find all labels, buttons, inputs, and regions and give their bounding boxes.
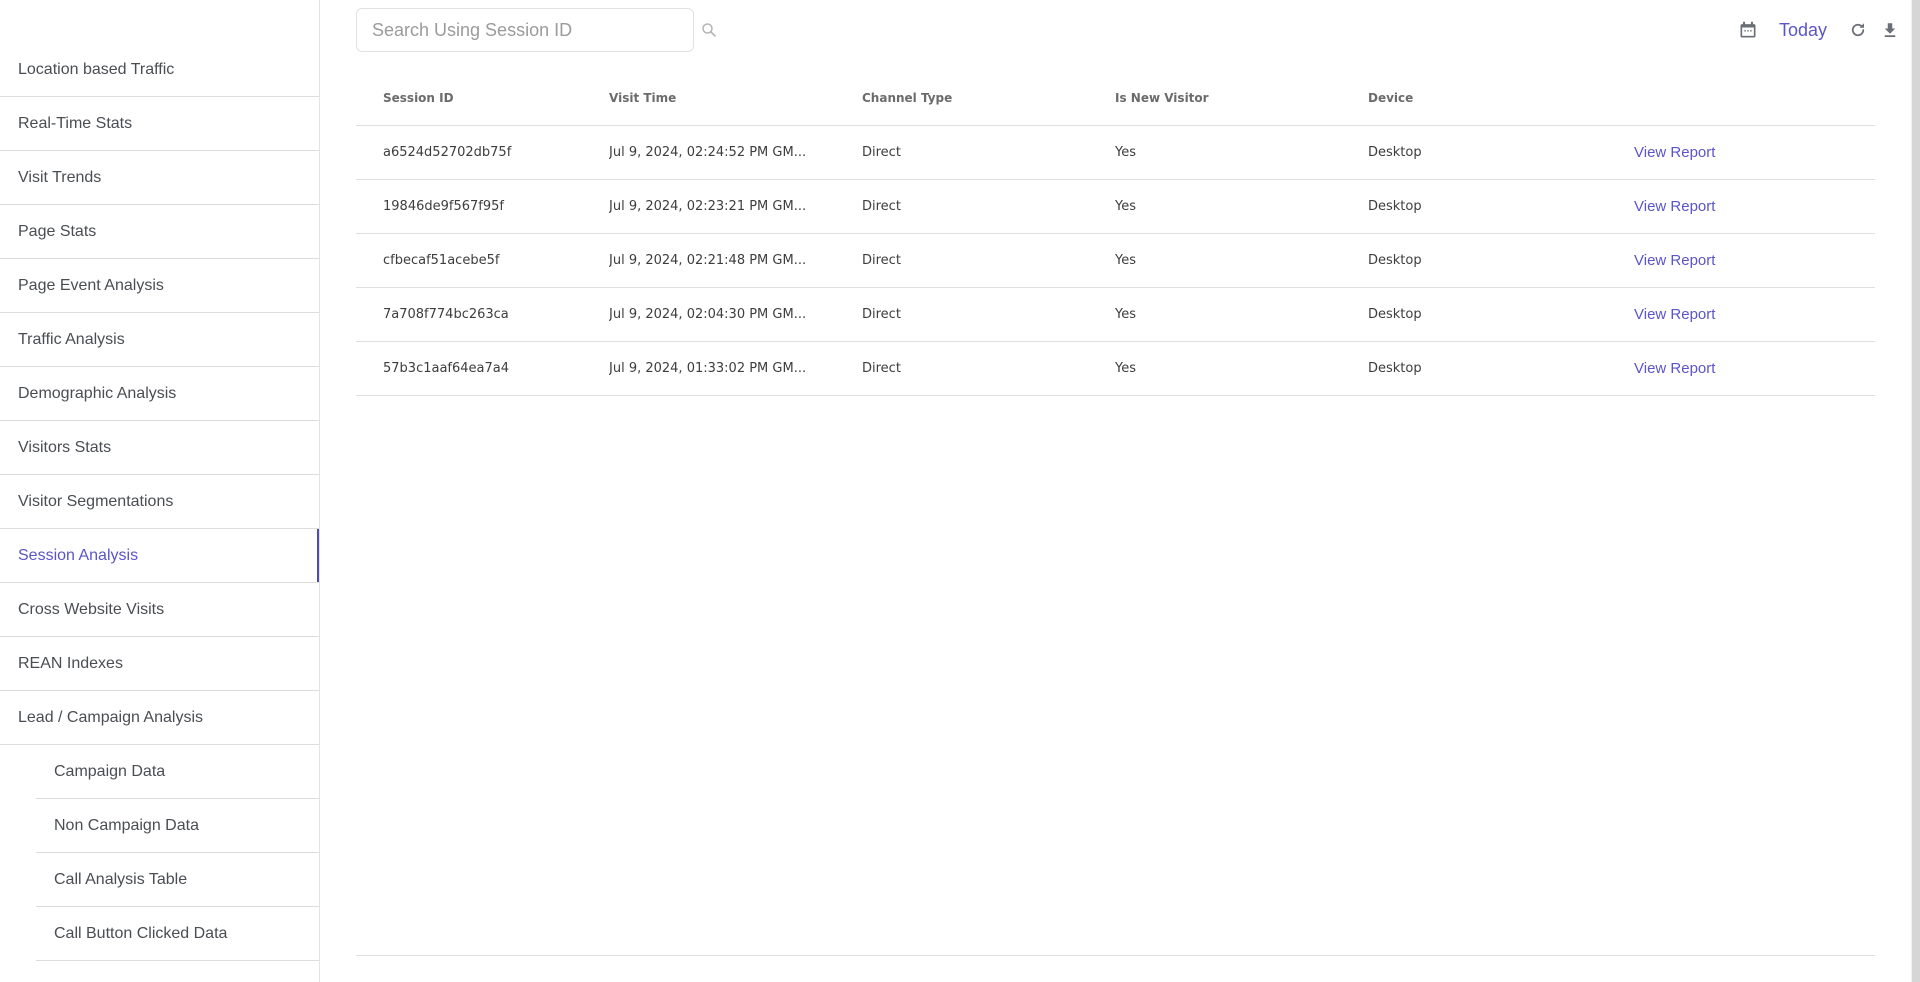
device-cell: Desktop — [1368, 145, 1422, 160]
calendar-icon[interactable] — [1737, 19, 1759, 41]
actions-cell: View Report — [1634, 306, 1875, 323]
sidebar-item-label: Non Campaign Data — [54, 817, 199, 834]
column-header-visit-time[interactable]: Visit Time — [609, 91, 862, 105]
device-cell: Desktop — [1368, 307, 1422, 322]
channel-type-cell: Direct — [862, 253, 901, 268]
visit-time-cell: Jul 9, 2024, 02:04:30 PM GM... — [609, 307, 807, 322]
sidebar-item-label: Traffic Analysis — [18, 331, 125, 348]
sidebar-item-demographic-analysis[interactable]: Demographic Analysis — [0, 367, 319, 421]
session-id-cell: 57b3c1aaf64ea7a4 — [383, 361, 510, 376]
session-id-cell: 19846de9f567f95f — [383, 199, 504, 214]
sessions-table: Session ID Visit Time Channel Type Is Ne… — [356, 70, 1875, 396]
session-id-cell: cfbecaf51acebe5f — [383, 253, 500, 268]
view-report-link[interactable]: View Report — [1634, 144, 1715, 161]
session-search-input[interactable] — [357, 9, 693, 51]
view-report-link[interactable]: View Report — [1634, 252, 1715, 269]
sidebar-item-campaign-data[interactable]: Campaign Data — [0, 745, 319, 799]
visit-time-cell: Jul 9, 2024, 02:21:48 PM GM... — [609, 253, 807, 268]
table-row: 7a708f774bc263ca Jul 9, 2024, 02:04:30 PM… — [356, 288, 1875, 342]
view-report-link[interactable]: View Report — [1634, 198, 1715, 215]
sidebar-item-non-campaign-data[interactable]: Non Campaign Data — [0, 799, 319, 853]
session-id-cell: 7a708f774bc263ca — [383, 307, 509, 322]
device-cell: Desktop — [1368, 361, 1422, 376]
is-new-visitor-cell: Yes — [1115, 145, 1136, 160]
sidebar-item-label: Visitors Stats — [18, 439, 112, 456]
column-header-device[interactable]: Device — [1368, 91, 1634, 105]
actions-cell: View Report — [1634, 198, 1875, 215]
channel-type-cell: Direct — [862, 199, 901, 214]
is-new-visitor-cell: Yes — [1115, 307, 1136, 322]
download-icon[interactable] — [1879, 19, 1901, 41]
view-report-link[interactable]: View Report — [1634, 306, 1715, 323]
sidebar-item-label: Visit Trends — [18, 169, 102, 186]
sidebar-item-page-stats[interactable]: Page Stats — [0, 205, 319, 259]
actions-cell: View Report — [1634, 360, 1875, 377]
sidebar-item-page-event-analysis[interactable]: Page Event Analysis — [0, 259, 319, 313]
sidebar-item-traffic-analysis[interactable]: Traffic Analysis — [0, 313, 319, 367]
table-footer-divider — [356, 955, 1875, 956]
sidebar-item-label: Page Event Analysis — [18, 277, 164, 294]
sidebar-item-label: Call Analysis Table — [54, 871, 188, 888]
sidebar-item-visit-trends[interactable]: Visit Trends — [0, 151, 319, 205]
sidebar-item-label: Location based Traffic — [18, 61, 175, 78]
sidebar-item-label: Demographic Analysis — [18, 385, 177, 402]
table-row: cfbecaf51acebe5f Jul 9, 2024, 02:21:48 PM… — [356, 234, 1875, 288]
table-row: 57b3c1aaf64ea7a4 Jul 9, 2024, 01:33:02 PM… — [356, 342, 1875, 396]
channel-type-cell: Direct — [862, 145, 901, 160]
sidebar-item-visitor-segmentations[interactable]: Visitor Segmentations — [0, 475, 319, 529]
sidebar-item-location-based-traffic[interactable]: Location based Traffic — [0, 43, 319, 97]
visit-time-cell: Jul 9, 2024, 02:24:52 PM GM... — [609, 145, 807, 160]
sidebar-item-label: Page Stats — [18, 223, 97, 240]
actions-cell: View Report — [1634, 144, 1875, 161]
view-report-link[interactable]: View Report — [1634, 360, 1715, 377]
sidebar-list: Location based Traffic Real-Time Stats Vis… — [0, 43, 319, 961]
sidebar-item-call-analysis-table[interactable]: Call Analysis Table — [0, 853, 319, 907]
sidebar-item-label: Visitor Segmentations — [18, 493, 174, 510]
sidebar-item-label: Real-Time Stats — [18, 115, 133, 132]
toolbar: Today — [356, 8, 1911, 52]
vertical-scrollbar[interactable] — [1911, 0, 1920, 982]
refresh-icon[interactable] — [1847, 19, 1869, 41]
toolbar-actions: Today — [1737, 8, 1901, 52]
visit-time-cell: Jul 9, 2024, 02:23:21 PM GM... — [609, 199, 807, 214]
table-row: 19846de9f567f95f Jul 9, 2024, 02:23:21 PM… — [356, 180, 1875, 234]
column-header-channel-type[interactable]: Channel Type — [862, 91, 1115, 105]
device-cell: Desktop — [1368, 253, 1422, 268]
search-box — [356, 8, 694, 52]
is-new-visitor-cell: Yes — [1115, 199, 1136, 214]
sidebar-item-lead-campaign-analysis[interactable]: Lead / Campaign Analysis — [0, 691, 319, 745]
visit-time-cell: Jul 9, 2024, 01:33:02 PM GM... — [609, 361, 807, 376]
sidebar-item-call-button-clicked-data[interactable]: Call Button Clicked Data — [0, 907, 319, 961]
main-content: Today Session ID Visit Time Channel Type… — [320, 0, 1911, 982]
is-new-visitor-cell: Yes — [1115, 361, 1136, 376]
sidebar-item-session-analysis[interactable]: Session Analysis — [0, 529, 319, 583]
sidebar-item-label: Cross Website Visits — [18, 601, 165, 618]
date-range-button[interactable]: Today — [1779, 20, 1827, 41]
sidebar-item-label: Call Button Clicked Data — [54, 925, 228, 942]
sidebar-item-label: Campaign Data — [54, 763, 166, 780]
sidebar-item-label: Session Analysis — [18, 547, 139, 564]
table-header: Session ID Visit Time Channel Type Is Ne… — [356, 70, 1875, 126]
table-body: a6524d52702db75f Jul 9, 2024, 02:24:52 PM… — [356, 126, 1875, 396]
scrollbar-thumb[interactable] — [1912, 0, 1920, 982]
channel-type-cell: Direct — [862, 307, 901, 322]
sidebar-item-visitors-stats[interactable]: Visitors Stats — [0, 421, 319, 475]
column-header-session-id[interactable]: Session ID — [356, 91, 609, 105]
sidebar-item-rean-indexes[interactable]: REAN Indexes — [0, 637, 319, 691]
channel-type-cell: Direct — [862, 361, 901, 376]
sidebar-item-real-time-stats[interactable]: Real-Time Stats — [0, 97, 319, 151]
search-icon[interactable] — [700, 21, 718, 39]
actions-cell: View Report — [1634, 252, 1875, 269]
table-row: a6524d52702db75f Jul 9, 2024, 02:24:52 PM… — [356, 126, 1875, 180]
is-new-visitor-cell: Yes — [1115, 253, 1136, 268]
column-header-is-new-visitor[interactable]: Is New Visitor — [1115, 91, 1368, 105]
session-id-cell: a6524d52702db75f — [383, 145, 512, 160]
sidebar-item-cross-website-visits[interactable]: Cross Website Visits — [0, 583, 319, 637]
sidebar-item-label: Lead / Campaign Analysis — [18, 709, 203, 726]
sidebar-item-label: REAN Indexes — [18, 655, 123, 672]
sidebar-nav: Location based Traffic Real-Time Stats Vis… — [0, 0, 320, 982]
device-cell: Desktop — [1368, 199, 1422, 214]
